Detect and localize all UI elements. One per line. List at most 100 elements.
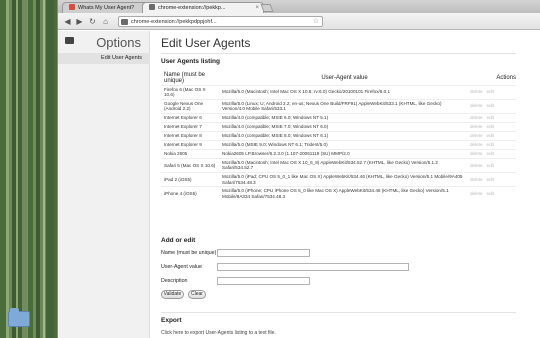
extension-icon — [149, 4, 155, 10]
edit-link[interactable]: edit — [487, 115, 494, 120]
edit-link[interactable]: edit — [487, 163, 494, 168]
row-user-agent: Nokia2605 LP.Browser/6.2.3.0 (1.107-2006… — [219, 148, 467, 159]
extension-icon — [121, 19, 128, 25]
row-user-agent: Mozilla/4.0 (compatible; MSIE 8.0; Windo… — [219, 130, 467, 141]
row-name: iPhone 4 (iOS5) — [161, 186, 219, 201]
page-content: Options Edit User Agents Edit User Agent… — [58, 31, 540, 338]
tab-extension-options[interactable]: chrome-extension://pekkp... × — [142, 2, 264, 13]
browser-window: Whats My User Agent? × chrome-extension:… — [57, 0, 540, 338]
table-row: Safari 5 (Mac OS X 10.6) Mozilla/5.0 (Mac… — [161, 157, 516, 173]
sidebar-title: Options — [96, 35, 141, 50]
edit-link[interactable]: edit — [487, 124, 494, 129]
row-actions: delete edit — [467, 157, 516, 173]
delete-link[interactable]: delete — [470, 142, 483, 147]
table-row: Google Nexus One (Android 2.2) Mozilla/5.… — [161, 98, 516, 114]
bamboo-stalk — [6, 0, 12, 338]
name-label: Name (must be unique) — [161, 250, 217, 256]
delete-link[interactable]: delete — [470, 115, 483, 120]
tab-strip: Whats My User Agent? × chrome-extension:… — [58, 0, 540, 13]
delete-link[interactable]: delete — [470, 191, 483, 196]
row-name: Firefox 6 (Mac OS X 10.6) — [161, 84, 219, 100]
export-link[interactable]: Click here to export User-Agents listing… — [161, 330, 276, 336]
row-user-agent: Mozilla/5.0 (Macintosh; Intel Mac OS X 1… — [219, 84, 467, 100]
sidebar: Options Edit User Agents — [58, 31, 150, 338]
row-actions: delete edit — [467, 112, 516, 123]
table-row: iPad 2 (iOS5) Mozilla/5.0 (iPad; CPU OS 5… — [161, 172, 516, 187]
browser-toolbar: ◀ ▶ ↻ ⌂ chrome-extension://pekkpdppjohf.… — [58, 13, 540, 30]
address-bar[interactable]: chrome-extension://pekkpdppjohf... ☆ — [118, 16, 323, 27]
listing-heading: User Agents listing — [161, 58, 220, 65]
edit-link[interactable]: edit — [487, 151, 494, 156]
main-panel: Edit User Agents User Agents listing Nam… — [161, 31, 516, 338]
edit-link[interactable]: edit — [487, 142, 494, 147]
extension-logo-icon — [65, 37, 74, 44]
table-row: Nokia 2605 Nokia2605 LP.Browser/6.2.3.0 (… — [161, 148, 516, 159]
column-header-actions: Actions — [496, 75, 516, 82]
row-actions: delete edit — [467, 148, 516, 159]
edit-link[interactable]: edit — [487, 177, 494, 182]
table-header-row: Name (must be unique) User-Agent value A… — [161, 72, 516, 85]
delete-link[interactable]: delete — [470, 177, 483, 182]
url-text: chrome-extension://pekkpdppjohf... — [131, 19, 217, 25]
add-edit-heading: Add or edit — [161, 237, 196, 244]
tab-favicon — [69, 4, 75, 10]
row-actions: delete edit — [467, 172, 516, 187]
close-icon[interactable]: × — [255, 3, 259, 13]
delete-link[interactable]: delete — [470, 151, 483, 156]
tab-title: chrome-extension://pekkp... — [158, 5, 226, 11]
row-actions: delete edit — [467, 98, 516, 114]
table-row: Internet Explorer 9 Mozilla/5.0 (MSIE 9.0… — [161, 139, 516, 150]
row-name: Internet Explorer 9 — [161, 139, 219, 150]
delete-link[interactable]: delete — [470, 133, 483, 138]
row-user-agent: Mozilla/4.0 (compatible; MSIE 6.0; Windo… — [219, 112, 467, 123]
row-actions: delete edit — [467, 121, 516, 132]
row-name: Safari 5 (Mac OS X 10.6) — [161, 157, 219, 173]
table-row: Firefox 6 (Mac OS X 10.6) Mozilla/5.0 (Ma… — [161, 84, 516, 100]
new-tab-button[interactable] — [260, 4, 274, 12]
sidebar-item-edit-user-agents[interactable]: Edit User Agents — [58, 53, 150, 64]
row-name: iPad 2 (iOS5) — [161, 172, 219, 187]
edit-link[interactable]: edit — [487, 89, 494, 94]
divider — [161, 53, 516, 54]
row-user-agent: Mozilla/5.0 (iPad; CPU OS 5_0_1 like Mac… — [219, 172, 467, 187]
page-title: Edit User Agents — [161, 36, 251, 50]
table-row: iPhone 4 (iOS5) Mozilla/5.0 (iPhone; CPU … — [161, 186, 516, 201]
back-icon[interactable]: ◀ — [62, 16, 73, 27]
row-actions: delete edit — [467, 130, 516, 141]
export-heading: Export — [161, 317, 182, 324]
ua-label: User-Agent value — [161, 264, 202, 270]
edit-link[interactable]: edit — [487, 103, 494, 108]
user-agents-table: Name (must be unique) User-Agent value A… — [161, 72, 516, 201]
edit-link[interactable]: edit — [487, 191, 494, 196]
delete-link[interactable]: delete — [470, 89, 483, 94]
reload-icon[interactable]: ↻ — [87, 16, 98, 27]
row-user-agent: Mozilla/5.0 (Macintosh; Intel Mac OS X 1… — [219, 157, 467, 173]
delete-link[interactable]: delete — [470, 163, 483, 168]
clear-button[interactable]: Clear — [188, 290, 206, 299]
divider — [161, 312, 516, 313]
column-header-name: Name (must be unique) — [164, 72, 206, 85]
row-name: Nokia 2605 — [161, 148, 219, 159]
user-agent-input[interactable] — [217, 263, 409, 271]
delete-link[interactable]: delete — [470, 103, 483, 108]
home-icon[interactable]: ⌂ — [100, 16, 111, 27]
table-row: Internet Explorer 7 Mozilla/4.0 (compatib… — [161, 121, 516, 132]
edit-link[interactable]: edit — [487, 133, 494, 138]
row-actions: delete edit — [467, 84, 516, 100]
row-name: Internet Explorer 7 — [161, 121, 219, 132]
star-icon[interactable]: ☆ — [313, 17, 319, 26]
row-user-agent: Mozilla/4.0 (compatible; MSIE 7.0; Windo… — [219, 121, 467, 132]
name-input[interactable] — [217, 249, 310, 257]
description-label: Description — [161, 278, 188, 284]
folder-icon[interactable] — [8, 308, 30, 327]
table-row: Internet Explorer 8 Mozilla/4.0 (compatib… — [161, 130, 516, 141]
bamboo-stalk — [40, 0, 46, 338]
validate-button[interactable]: Validate — [161, 290, 184, 299]
bamboo-stalk — [22, 0, 28, 338]
description-input[interactable] — [217, 277, 310, 285]
row-actions: delete edit — [467, 186, 516, 201]
row-user-agent: Mozilla/5.0 (iPhone; CPU iPhone OS 5_0 l… — [219, 186, 467, 201]
forward-icon[interactable]: ▶ — [74, 16, 85, 27]
delete-link[interactable]: delete — [470, 124, 483, 129]
tab-title: Whats My User Agent? — [78, 5, 135, 11]
